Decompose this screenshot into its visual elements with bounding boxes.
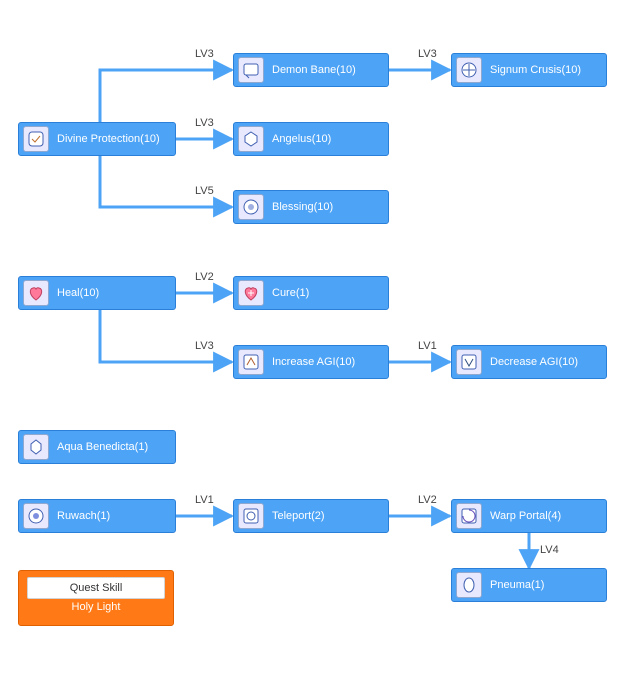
angelus-icon	[238, 126, 264, 152]
signum-crucis-icon	[456, 57, 482, 83]
skill-label: Demon Bane(10)	[272, 64, 356, 76]
edge-label-heal-cure: LV2	[195, 271, 214, 283]
quest-skill-box[interactable]: Quest Skill Holy Light	[18, 570, 174, 626]
skill-label: Cure(1)	[272, 287, 309, 299]
skill-label: Signum Crusis(10)	[490, 64, 581, 76]
skill-label: Blessing(10)	[272, 201, 333, 213]
edge-label-inc-dec: LV1	[418, 340, 437, 352]
skill-cure[interactable]: Cure(1)	[233, 276, 389, 310]
divine-protection-icon	[23, 126, 49, 152]
skill-label: Divine Protection(10)	[57, 133, 160, 145]
skill-label: Heal(10)	[57, 287, 99, 299]
skill-label: Pneuma(1)	[490, 579, 544, 591]
skill-label: Angelus(10)	[272, 133, 331, 145]
skill-blessing[interactable]: Blessing(10)	[233, 190, 389, 224]
edge-label-demon-sign: LV3	[418, 48, 437, 60]
edge-label-dp-blessing: LV5	[195, 185, 214, 197]
increase-agi-icon	[238, 349, 264, 375]
blessing-icon	[238, 194, 264, 220]
quest-skill-header: Quest Skill	[27, 577, 165, 599]
aqua-benedicta-icon	[23, 434, 49, 460]
edge-label-warp-pneuma: LV4	[540, 544, 559, 556]
skill-heal[interactable]: Heal(10)	[18, 276, 176, 310]
skill-aqua-benedicta[interactable]: Aqua Benedicta(1)	[18, 430, 176, 464]
skill-label: Decrease AGI(10)	[490, 356, 578, 368]
heal-icon	[23, 280, 49, 306]
skill-label: Increase AGI(10)	[272, 356, 355, 368]
skill-angelus[interactable]: Angelus(10)	[233, 122, 389, 156]
skill-pneuma[interactable]: Pneuma(1)	[451, 568, 607, 602]
skill-signum-crucis[interactable]: Signum Crusis(10)	[451, 53, 607, 87]
ruwach-icon	[23, 503, 49, 529]
edge-label-tele-warp: LV2	[418, 494, 437, 506]
edge-label-heal-incagi: LV3	[195, 340, 214, 352]
quest-skill-label: Holy Light	[19, 601, 173, 613]
skill-teleport[interactable]: Teleport(2)	[233, 499, 389, 533]
edge-label-dp-demon: LV3	[195, 48, 214, 60]
skill-label: Aqua Benedicta(1)	[57, 441, 148, 453]
pneuma-icon	[456, 572, 482, 598]
skill-demon-bane[interactable]: Demon Bane(10)	[233, 53, 389, 87]
skill-decrease-agi[interactable]: Decrease AGI(10)	[451, 345, 607, 379]
skill-increase-agi[interactable]: Increase AGI(10)	[233, 345, 389, 379]
skill-warp-portal[interactable]: Warp Portal(4)	[451, 499, 607, 533]
warp-portal-icon	[456, 503, 482, 529]
decrease-agi-icon	[456, 349, 482, 375]
skill-label: Warp Portal(4)	[490, 510, 561, 522]
skill-ruwach[interactable]: Ruwach(1)	[18, 499, 176, 533]
edge-label-dp-angelus: LV3	[195, 117, 214, 129]
skill-label: Teleport(2)	[272, 510, 325, 522]
cure-icon	[238, 280, 264, 306]
skill-divine-protection[interactable]: Divine Protection(10)	[18, 122, 176, 156]
edge-label-ruwach-tele: LV1	[195, 494, 214, 506]
demon-bane-icon	[238, 57, 264, 83]
skill-label: Ruwach(1)	[57, 510, 110, 522]
teleport-icon	[238, 503, 264, 529]
